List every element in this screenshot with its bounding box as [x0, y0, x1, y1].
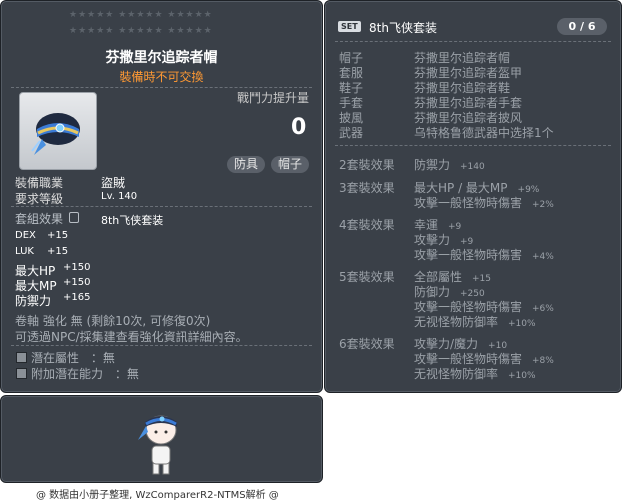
req-level-label: 要求等級 — [15, 192, 64, 206]
req-job-label: 裝備職業 — [15, 176, 64, 190]
star-force-row-2: ★★★★★ ★★★★★ ★★★★★ — [69, 26, 213, 36]
divider — [11, 87, 312, 88]
additional-potential-row: 附加潛在能力 ：無 — [31, 365, 139, 382]
set-bonus-title: 5套裝效果 — [339, 270, 395, 284]
footer-credit: @ 数据由小册子整理, WzComparerR2-NTMS解析 @ — [36, 490, 279, 501]
stat-key: LUK — [15, 246, 34, 257]
stat-key: 最大HP — [15, 264, 56, 278]
set-bonus-title: 4套裝效果 — [339, 218, 395, 232]
set-info-panel: SET 8th飞侠套装 0 / 6 帽子 芬撒里尔追踪者帽 套服 芬撒里尔追踪者… — [324, 0, 622, 393]
set-effect-label: 套組效果 — [15, 212, 64, 226]
divider — [11, 206, 312, 207]
item-icon-frame — [19, 92, 97, 170]
stat-luk: LUK +15 — [15, 246, 68, 257]
set-bonus-line: 攻擊一般怪物時傷害 +2% — [414, 196, 554, 210]
set-count: 0 / 6 — [557, 18, 607, 35]
power-increase-value: 0 — [291, 115, 307, 140]
divider — [335, 41, 611, 42]
item-name: 芬撒里尔追踪者帽 — [105, 50, 218, 66]
lock-icon — [69, 212, 79, 223]
star-force-row-1: ★★★★★ ★★★★★ ★★★★★ — [69, 10, 213, 20]
stat-key: 最大MP — [15, 279, 57, 293]
potential-label: 潛在屬性 — [31, 351, 80, 365]
stat-key: 防禦力 — [15, 294, 52, 308]
potential-value: ：無 — [90, 351, 115, 365]
potential-row: 潛在屬性 ：無 — [31, 349, 115, 366]
stat-dex: DEX +15 — [15, 230, 68, 241]
character-preview-panel — [0, 395, 323, 483]
stat-value: +15 — [47, 230, 69, 241]
potential-label: 附加潛在能力 — [31, 367, 104, 381]
enhance-info: 可透過NPC/採集建查看強化資訊詳細內容。 — [15, 330, 248, 344]
req-level-value: Lv. 140 — [101, 191, 138, 202]
set-bonus-title: 6套裝效果 — [339, 337, 395, 351]
set-badge: SET — [338, 21, 361, 32]
upgrade-info: 卷軸 強化 無 (剩餘10次, 可修復0次) — [15, 314, 211, 328]
stat-defense: 防禦力 +165 — [15, 292, 90, 309]
divider — [335, 145, 611, 146]
power-increase-label: 戰鬥力提升量 — [237, 91, 310, 105]
set-bonus-title: 2套裝效果 — [339, 158, 395, 172]
trade-note: 裝備時不可交換 — [119, 70, 204, 84]
tag-hat: 帽子 — [271, 156, 310, 173]
set-piece-slot: 武器 — [339, 126, 364, 140]
potential-icon — [16, 352, 27, 363]
set-bonus-line: 无视怪物防御率 +10% — [414, 367, 536, 381]
set-piece-name: 乌特格鲁德武器中选择1个 — [414, 126, 554, 140]
set-name: 8th飞侠套装 — [369, 21, 437, 35]
set-bonus-line: 无视怪物防御率 +10% — [414, 315, 536, 329]
set-bonus-line: 防禦力 +140 — [414, 158, 485, 172]
stat-value: +15 — [47, 246, 69, 257]
stat-value: +165 — [63, 292, 91, 303]
set-bonus-line: 攻擊一般怪物時傷害 +4% — [414, 248, 554, 262]
set-effect-value: 8th飞侠套装 — [101, 214, 164, 227]
divider — [11, 345, 312, 346]
req-job-value: 盜賊 — [101, 176, 126, 190]
set-bonus-title: 3套裝效果 — [339, 181, 395, 195]
stat-value: +150 — [63, 277, 91, 288]
potential-value: ：無 — [114, 367, 139, 381]
stat-value: +150 — [63, 262, 91, 273]
additional-potential-icon — [16, 368, 27, 379]
item-tooltip-panel: ★★★★★ ★★★★★ ★★★★★ ★★★★★ ★★★★★ ★★★★★ 芬撒里尔… — [0, 0, 323, 393]
stat-key: DEX — [15, 230, 36, 241]
character-preview-icon — [138, 415, 177, 475]
tag-armor: 防具 — [227, 156, 266, 173]
hat-icon — [31, 113, 80, 155]
